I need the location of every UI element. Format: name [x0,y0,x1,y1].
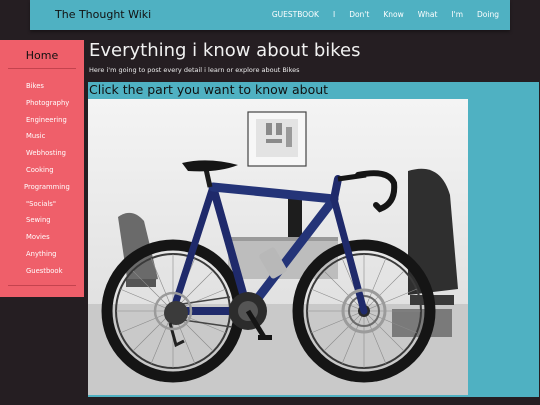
page-subtitle: Here i'm going to post every detail i le… [89,66,300,74]
sidebar-item-photography[interactable]: Photography [26,99,70,116]
page-title: Everything i know about bikes [89,40,361,61]
nav-know[interactable]: Know [383,10,403,19]
bike-parts-panel: Click the part you want to know about [88,82,539,397]
nav-what[interactable]: What [418,10,438,19]
sidebar-item-webhosting[interactable]: Webhosting [26,149,70,166]
top-bar: The Thought Wiki GUESTBOOK I Don't Know … [30,0,510,30]
sidebar-item-bikes[interactable]: Bikes [26,82,70,99]
sidebar-item-guestbook[interactable]: Guestbook [26,267,70,284]
sidebar-menu: Bikes Photography Engineering Music Webh… [24,82,70,284]
sidebar-item-cooking[interactable]: Cooking [26,166,70,183]
sidebar-item-sewing[interactable]: Sewing [26,216,70,233]
nav-i[interactable]: I [333,10,335,19]
bike-photo [88,99,468,395]
sidebar-item-engineering[interactable]: Engineering [26,116,70,133]
sidebar-item-music[interactable]: Music [26,132,70,149]
bike-image-map[interactable] [88,99,468,395]
sidebar-divider-bottom [8,285,76,286]
sidebar: Home Bikes Photography Engineering Music… [0,40,84,297]
sidebar-divider-top [8,68,76,69]
sidebar-item-socials[interactable]: "Socials" [26,200,70,217]
nav-guestbook[interactable]: GUESTBOOK [272,10,319,19]
nav-doing[interactable]: Doing [477,10,499,19]
sidebar-item-movies[interactable]: Movies [26,233,70,250]
sidebar-item-programming[interactable]: Programming [24,183,70,200]
sidebar-item-anything[interactable]: Anything [26,250,70,267]
site-title[interactable]: The Thought Wiki [55,8,151,21]
cassette[interactable] [164,301,188,325]
panel-instruction: Click the part you want to know about [89,82,329,97]
top-nav: GUESTBOOK I Don't Know What I'm Doing [272,10,499,19]
nav-im[interactable]: I'm [451,10,463,19]
nav-dont[interactable]: Don't [349,10,369,19]
sidebar-home-link[interactable]: Home [0,49,84,62]
